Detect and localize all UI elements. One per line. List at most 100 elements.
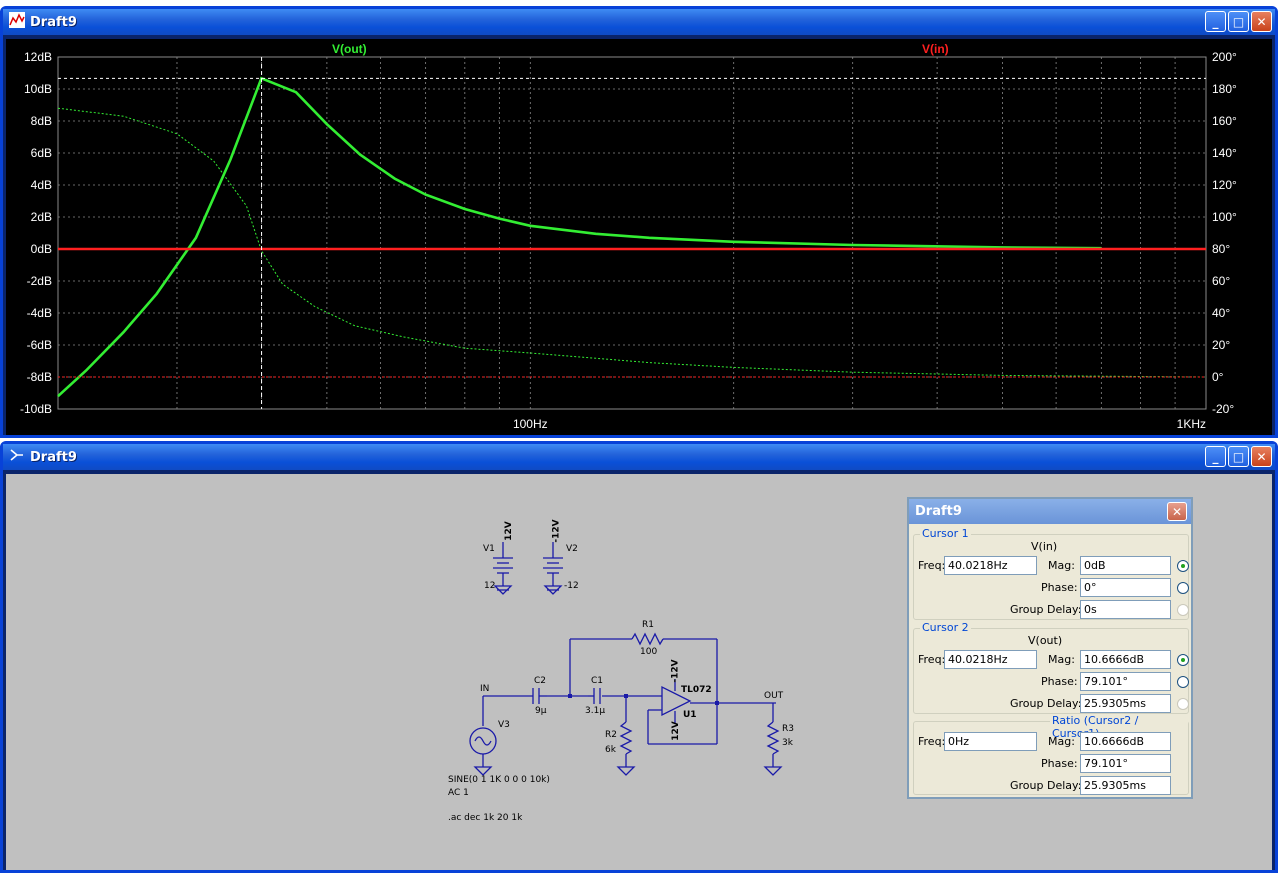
cursor2-mag-radio[interactable] <box>1177 654 1189 666</box>
x-tick-label: 1KHz <box>1177 417 1206 431</box>
cursor1-mag-radio[interactable] <box>1177 560 1189 572</box>
y-right-tick-label: 20° <box>1212 338 1230 352</box>
cursor-dialog-close-button[interactable]: ✕ <box>1167 502 1187 521</box>
ratio-mag-field[interactable]: 10.6666dB <box>1080 732 1171 751</box>
y-right-tick-label: 180° <box>1212 82 1237 96</box>
c1-label: C1 <box>591 676 604 686</box>
ratio-group-delay-field[interactable]: 25.9305ms <box>1080 776 1171 795</box>
v3-label: V3 <box>498 720 510 730</box>
minimize-button[interactable]: _ <box>1205 446 1226 467</box>
cursor2-phase-label: Phase: <box>1041 675 1078 688</box>
y-right-tick-label: 40° <box>1212 306 1230 320</box>
cursor1-phase-field[interactable]: 0° <box>1080 578 1171 597</box>
r3-label: R3 <box>782 724 794 734</box>
bode-chart[interactable]: 12dB 10dB 8dB 6dB 4dB 2dB 0dB -2dB -4dB -6dB -8dB -… <box>6 39 1272 435</box>
c2-value: 9µ <box>535 706 547 716</box>
cursor2-freq-field[interactable]: 40.0218Hz <box>944 650 1037 669</box>
r2-value: 6k <box>605 745 616 755</box>
cursor1-group-delay-radio[interactable] <box>1177 604 1189 616</box>
y-left-tick-label: -10dB <box>20 402 52 416</box>
ratio-phase-label: Phase: <box>1041 757 1078 770</box>
cursor1-group: Cursor 1 V(in) Freq: 40.0218Hz Mag: 0dB … <box>913 527 1189 620</box>
y-right-tick-label: 200° <box>1212 50 1237 64</box>
cursor1-mag-field[interactable]: 0dB <box>1080 556 1171 575</box>
v2-value: -12 <box>564 581 579 591</box>
maximize-button[interactable]: □ <box>1228 446 1249 467</box>
cursor1-freq-field[interactable]: 40.0218Hz <box>944 556 1037 575</box>
resistor-r3-icon <box>766 721 780 755</box>
cursor2-group-delay-field[interactable]: 25.9305ms <box>1080 694 1171 713</box>
y-right-tick-label: 120° <box>1212 178 1237 192</box>
maximize-button[interactable]: □ <box>1228 11 1249 32</box>
waveform-app-icon <box>9 12 25 32</box>
cursor2-phase-radio[interactable] <box>1177 676 1189 688</box>
vin-trace-label[interactable]: V(in) <box>922 42 949 56</box>
cursor1-group-title: Cursor 1 <box>920 527 971 540</box>
vout-magnitude-trace <box>57 76 1102 398</box>
capacitor-c1-icon <box>588 688 601 704</box>
y-left-tick-label: 6dB <box>31 146 52 160</box>
plot-frame <box>57 56 1207 410</box>
out-net-label: OUT <box>764 691 784 701</box>
y-left-tick-label: 0dB <box>31 242 52 256</box>
y-left-tick-label: 12dB <box>24 50 52 64</box>
cursor2-group: Cursor 2 V(out) Freq: 40.0218Hz Mag: 10.… <box>913 621 1189 714</box>
c2-label: C2 <box>534 676 547 686</box>
ratio-freq-field[interactable]: 0Hz <box>944 732 1037 751</box>
y-right-tick-label: 0° <box>1212 370 1224 384</box>
cursor2-phase-field[interactable]: 79.101° <box>1080 672 1171 691</box>
y-right-tick-label: 100° <box>1212 210 1237 224</box>
y-left-tick-label: -6dB <box>27 338 52 352</box>
y-right-tick-label: -20° <box>1212 402 1234 416</box>
cursor-dialog: Draft9 ✕ Cursor 1 V(in) Freq: 40.0218Hz … <box>907 497 1193 799</box>
v1-value: 12 <box>484 581 496 591</box>
cursor1-mag-label: Mag: <box>1048 559 1075 572</box>
y-left-tick-label: 4dB <box>31 178 52 192</box>
source-directive[interactable]: SINE(0 1 1K 0 0 0 10k) <box>448 775 550 785</box>
cursor1-phase-radio[interactable] <box>1177 582 1189 594</box>
y-left-tick-label: 10dB <box>24 82 52 96</box>
u1-part-label: TL072 <box>681 685 712 695</box>
opamp-neg-supply-label: -12V <box>670 659 681 683</box>
ratio-phase-field[interactable]: 79.101° <box>1080 754 1171 773</box>
cursor2-group-delay-radio[interactable] <box>1177 698 1189 710</box>
y-left-tick-label: 2dB <box>31 210 52 224</box>
cursor2-trace-name: V(out) <box>1028 634 1063 647</box>
plot-window-titlebar[interactable]: Draft9 _ □ ✕ <box>3 9 1275 35</box>
schematic-window-title: Draft9 <box>30 449 77 465</box>
vout-trace-label[interactable]: V(out) <box>332 42 367 56</box>
y-right-tick-label: 60° <box>1212 274 1230 288</box>
y-right-tick-label: 160° <box>1212 114 1237 128</box>
schematic-app-icon <box>9 447 25 467</box>
y-left-tick-label: -8dB <box>27 370 52 384</box>
cursor1-group-delay-field[interactable]: 0s <box>1080 600 1171 619</box>
resistor-r1-icon <box>631 632 664 646</box>
resistor-r2-icon <box>619 721 633 755</box>
c1-value: 3.1µ <box>585 706 606 716</box>
battery-v2-icon <box>543 542 563 595</box>
y-left-tick-label: 8dB <box>31 114 52 128</box>
x-tick-label: 100Hz <box>513 417 548 431</box>
cursor2-mag-field[interactable]: 10.6666dB <box>1080 650 1171 669</box>
close-button[interactable]: ✕ <box>1251 446 1272 467</box>
v2-voltage-label: -12V <box>551 519 562 543</box>
cursor2-group-delay-label: Group Delay: <box>1010 697 1082 710</box>
sim-directive[interactable]: .ac dec 1k 20 1k <box>448 813 522 823</box>
minimize-button[interactable]: _ <box>1205 11 1226 32</box>
close-button[interactable]: ✕ <box>1251 11 1272 32</box>
cursor-dialog-title[interactable]: Draft9 <box>909 499 1191 524</box>
ratio-freq-label: Freq: <box>918 735 946 748</box>
ratio-mag-label: Mag: <box>1048 735 1075 748</box>
cursor1-freq-label: Freq: <box>918 559 946 572</box>
waveform-plot[interactable]: 12dB 10dB 8dB 6dB 4dB 2dB 0dB -2dB -4dB -6dB -8dB -… <box>6 39 1272 435</box>
r3-value: 3k <box>782 738 793 748</box>
ac-directive[interactable]: AC 1 <box>448 788 469 798</box>
cursor2-group-title: Cursor 2 <box>920 621 971 634</box>
cursor1-trace-name: V(in) <box>1031 540 1058 553</box>
y-right-tick-label: 80° <box>1212 242 1230 256</box>
y-right-tick-label: 140° <box>1212 146 1237 160</box>
y-left-tick-label: -2dB <box>27 274 52 288</box>
capacitor-c2-icon <box>532 688 547 704</box>
schematic-window-titlebar[interactable]: Draft9 _ □ ✕ <box>3 444 1275 470</box>
vout-phase-trace <box>57 107 1207 378</box>
